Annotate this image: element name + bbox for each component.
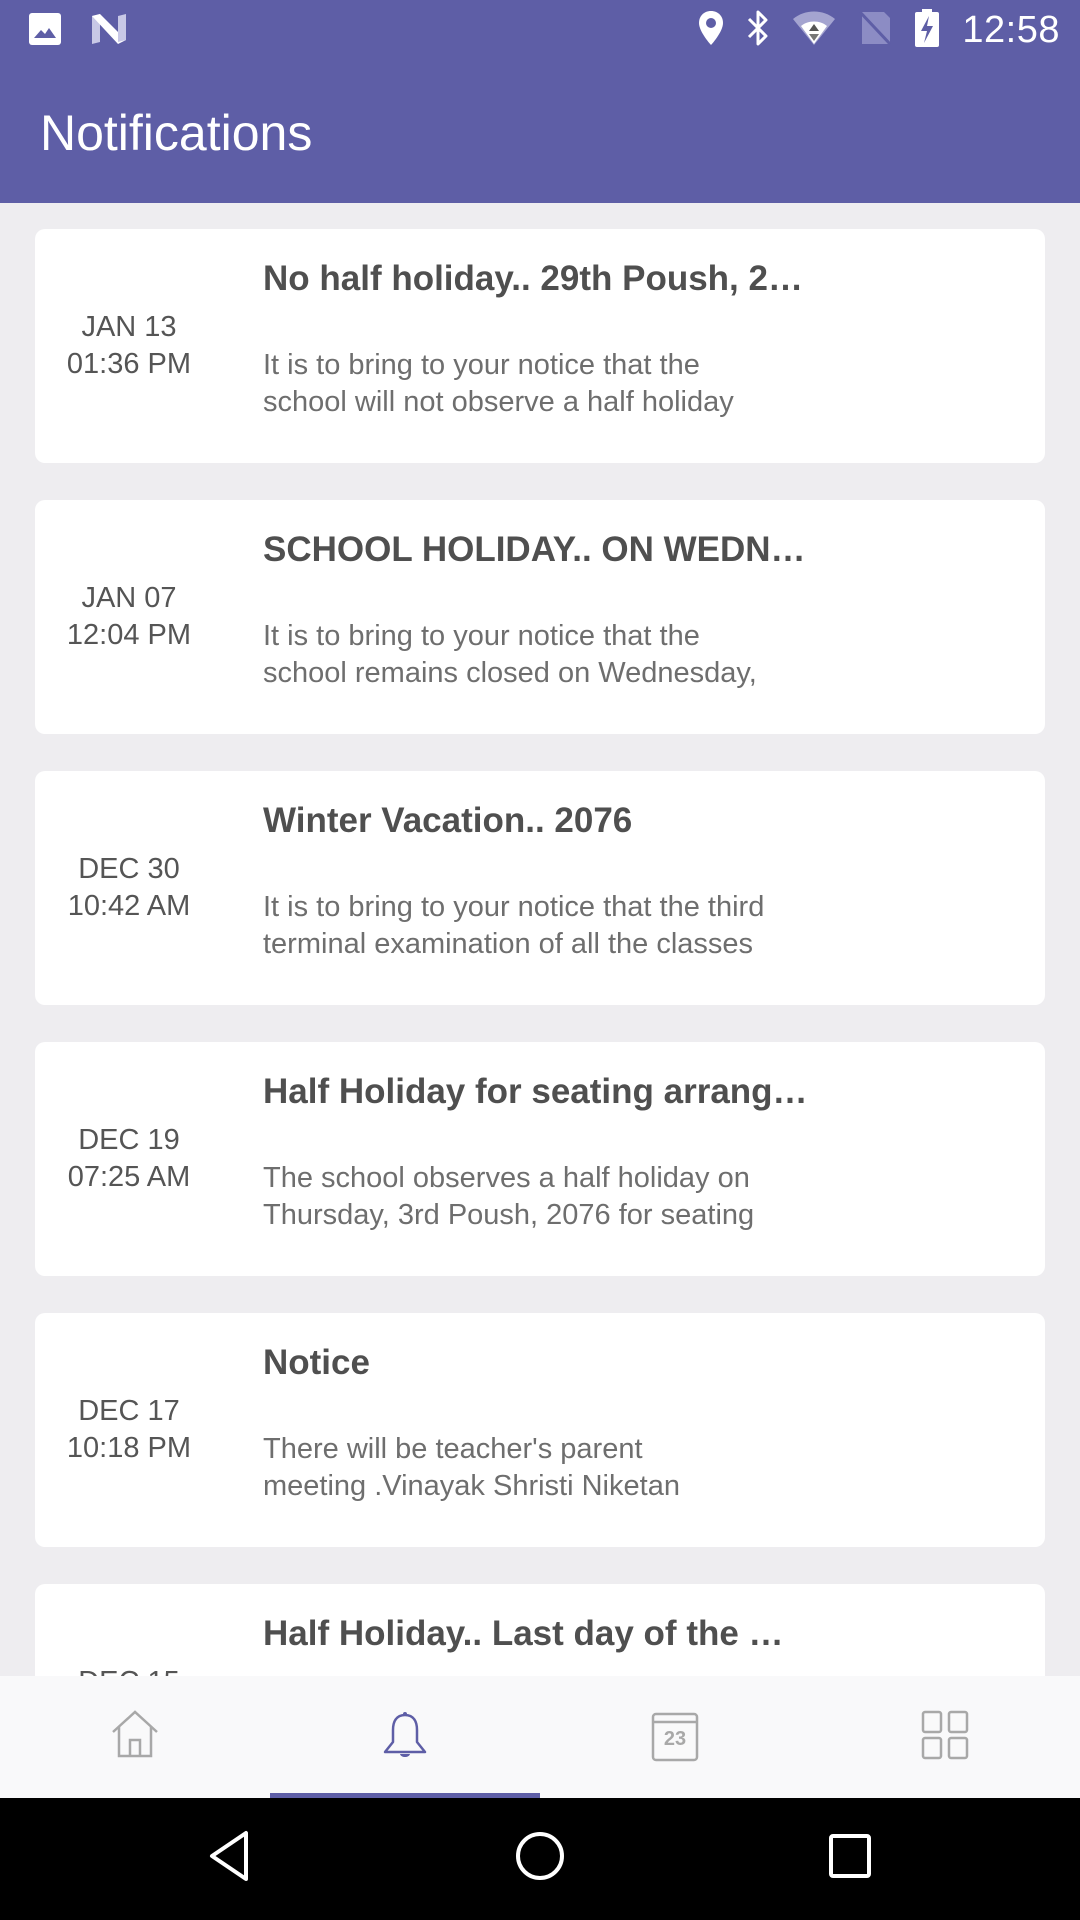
notification-card[interactable]: JAN 13 01:36 PM No half holiday.. 29th P… xyxy=(35,229,1045,463)
notification-datetime: DEC 30 10:42 AM xyxy=(35,851,223,925)
notification-card[interactable]: DEC 30 10:42 AM Winter Vacation.. 2076 I… xyxy=(35,771,1045,1005)
notification-title: Half Holiday for seating arrang… xyxy=(263,1072,808,1111)
bottom-navigation: 23 xyxy=(0,1676,1080,1798)
n-logo-notification-icon xyxy=(90,12,128,51)
home-icon xyxy=(111,1709,159,1765)
calendar-icon-day: 23 xyxy=(663,1728,687,1750)
page-title: Notifications xyxy=(40,105,313,161)
notification-datetime: DEC 15 xyxy=(35,1664,223,1676)
notification-body: There will be teacher's parent meeting .… xyxy=(263,1433,680,1502)
app-header: 12:58 Notifications xyxy=(0,0,1080,203)
status-bar: 12:58 xyxy=(0,0,1080,64)
tab-calendar[interactable]: 23 xyxy=(540,1676,810,1798)
wifi-icon xyxy=(792,10,836,51)
battery-charging-icon xyxy=(914,8,940,53)
no-sim-icon xyxy=(858,10,892,51)
notification-title: Notice xyxy=(263,1343,370,1382)
notification-body: It is to bring to your notice that the s… xyxy=(263,349,734,418)
bluetooth-icon xyxy=(746,9,770,52)
back-button[interactable] xyxy=(200,1828,260,1888)
notification-body: It is to bring to your notice that the s… xyxy=(263,620,757,689)
recents-icon xyxy=(828,1833,872,1884)
system-navigation-bar xyxy=(0,1798,1080,1920)
notification-datetime: JAN 13 01:36 PM xyxy=(35,309,223,383)
home-circle-icon xyxy=(514,1830,566,1887)
notification-body: It is to bring to your notice that the t… xyxy=(263,891,765,960)
notification-list[interactable]: JAN 13 01:36 PM No half holiday.. 29th P… xyxy=(0,203,1080,1676)
notification-datetime: DEC 19 07:25 AM xyxy=(35,1122,223,1196)
notification-time: 10:42 AM xyxy=(67,890,191,922)
location-icon xyxy=(698,10,724,51)
recents-button[interactable] xyxy=(820,1828,880,1888)
notification-card[interactable]: DEC 17 10:18 PM Notice There will be tea… xyxy=(35,1313,1045,1547)
back-icon xyxy=(208,1830,252,1887)
notification-datetime: DEC 17 10:18 PM xyxy=(35,1393,223,1467)
image-notification-icon xyxy=(28,12,62,51)
notification-datetime: JAN 07 12:04 PM xyxy=(35,580,223,654)
home-button[interactable] xyxy=(510,1828,570,1888)
tab-notifications[interactable] xyxy=(270,1676,540,1798)
notification-title: Winter Vacation.. 2076 xyxy=(263,801,633,840)
notification-title: No half holiday.. 29th Poush, 2… xyxy=(263,259,803,298)
notification-date: JAN 13 xyxy=(81,311,177,343)
tab-more[interactable] xyxy=(810,1676,1080,1798)
notification-card[interactable]: DEC 15 Half Holiday.. Last day of the … xyxy=(35,1584,1045,1676)
bell-icon xyxy=(382,1710,428,1765)
notification-time: 07:25 AM xyxy=(67,1161,191,1193)
notification-date: DEC 30 xyxy=(78,853,180,885)
tab-home[interactable] xyxy=(0,1676,270,1798)
status-time: 12:58 xyxy=(962,8,1060,51)
notification-date: DEC 15 xyxy=(35,1664,223,1676)
notification-time: 01:36 PM xyxy=(66,348,192,380)
grid-icon xyxy=(921,1710,969,1765)
notification-date: DEC 17 xyxy=(78,1395,180,1427)
notification-title: Half Holiday.. Last day of the … xyxy=(263,1614,784,1653)
notification-date: DEC 19 xyxy=(78,1124,180,1156)
calendar-icon: 23 xyxy=(651,1712,699,1762)
notification-title: SCHOOL HOLIDAY.. ON WEDN… xyxy=(263,530,806,569)
notification-time: 12:04 PM xyxy=(66,619,192,651)
notification-card[interactable]: DEC 19 07:25 AM Half Holiday for seating… xyxy=(35,1042,1045,1276)
notification-card[interactable]: JAN 07 12:04 PM SCHOOL HOLIDAY.. ON WEDN… xyxy=(35,500,1045,734)
notification-date: JAN 07 xyxy=(81,582,177,614)
notification-body: The school observes a half holiday on Th… xyxy=(263,1162,755,1231)
notification-time: 10:18 PM xyxy=(66,1432,192,1464)
